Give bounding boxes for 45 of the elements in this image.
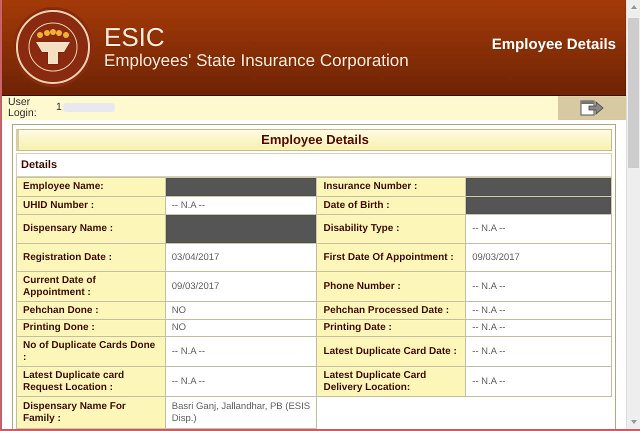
field-label: Date of Birth : — [316, 196, 466, 214]
page-title: Employee Details — [492, 35, 616, 56]
field-label: Registration Date : — [16, 244, 166, 272]
field-value: -- N.A -- — [466, 272, 612, 302]
section-heading: Details — [16, 152, 612, 177]
field-label: Current Date of Appointment : — [16, 272, 166, 302]
field-label: Latest Duplicate Card Delivery Location: — [316, 366, 466, 396]
field-label: Insurance Number : — [316, 178, 466, 196]
org-short-name: ESIC — [104, 22, 166, 52]
field-label: No of Duplicate Cards Done : — [16, 336, 166, 366]
org-full-name: Employees' State Insurance Corporation — [104, 51, 410, 72]
field-value: -- N.A -- — [466, 214, 612, 244]
field-label: Disability Type : — [316, 214, 466, 244]
document-arrow-icon — [580, 98, 604, 117]
field-value: NO — [165, 320, 317, 336]
scrollbar[interactable] — [626, 0, 640, 429]
field-value: -- N.A -- — [165, 336, 317, 366]
login-value: 1 — [56, 100, 62, 115]
field-label: First Date Of Appointment : — [316, 244, 466, 272]
field-value: -- N.A -- — [466, 320, 612, 336]
field-label: Pehchan Done : — [16, 302, 166, 320]
field-value: 09/03/2017 — [466, 244, 612, 272]
field-label: Latest Duplicate Card Date : — [316, 336, 466, 366]
lamp-emblem-icon — [12, 6, 94, 88]
field-value: -- N.A -- — [466, 302, 612, 320]
field-value: NO — [165, 302, 317, 320]
field-label: Printing Done : — [16, 320, 166, 336]
field-label: UHID Number : — [16, 196, 166, 214]
field-label: Printing Date : — [316, 320, 466, 336]
panel-title: Employee Details — [16, 128, 612, 150]
field-label: Latest Duplicate card Request Location : — [16, 366, 166, 396]
field-value: 03/04/2017 — [165, 244, 317, 272]
field-value: -- N.A -- — [466, 366, 612, 396]
field-value: -- N.A -- — [165, 366, 317, 396]
field-value: -- N.A -- — [165, 196, 317, 214]
field-label: Phone Number : — [316, 272, 466, 302]
field-label: Pehchan Processed Date : — [316, 302, 466, 320]
field-value: Basri Ganj, Jallandhar, PB (ESIS Disp.) — [165, 396, 317, 428]
field-label: Dispensary Name : — [16, 214, 166, 244]
field-label: Dispensary Name For Family : — [16, 396, 166, 428]
field-value: 09/03/2017 — [165, 272, 317, 302]
field-label: Employee Name: — [16, 178, 166, 196]
logout-button[interactable] — [558, 96, 626, 120]
field-value: -- N.A -- — [466, 336, 612, 366]
login-label: User Login: — [7, 96, 38, 119]
